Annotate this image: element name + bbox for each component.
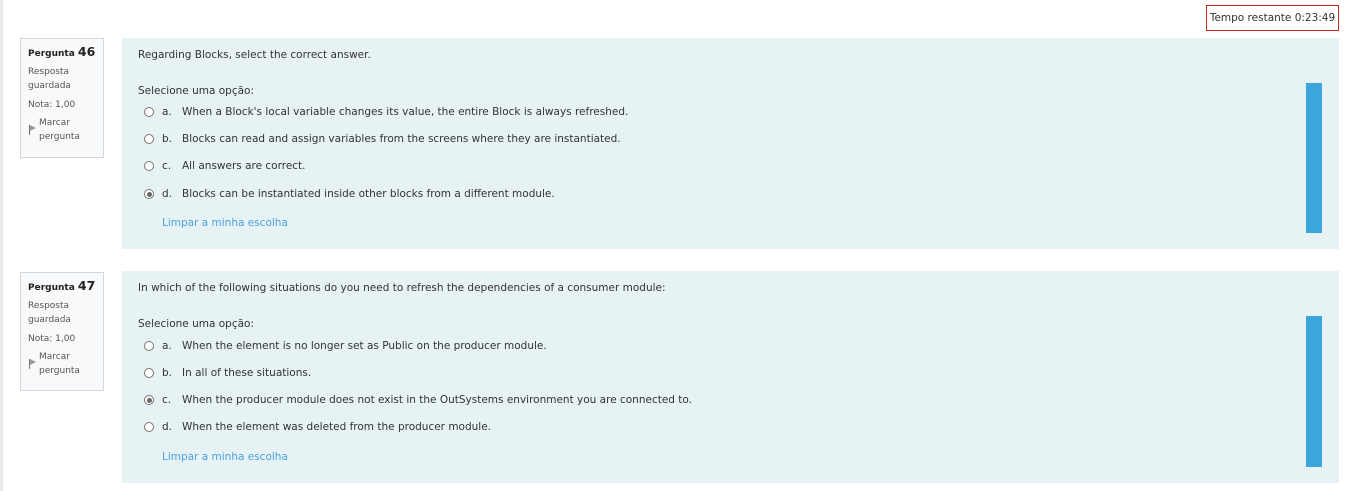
answer-option-a[interactable]: a. When the element is no longer set as … xyxy=(144,340,547,352)
answer-text: When the element was deleted from the pr… xyxy=(182,421,492,433)
answer-letter: a. xyxy=(162,340,172,352)
radio-button[interactable] xyxy=(144,107,154,117)
question-text: In which of the following situations do … xyxy=(138,282,666,294)
answer-text: In all of these situations. xyxy=(182,367,312,379)
question-title: Pergunta 46 xyxy=(28,45,97,61)
radio-button[interactable] xyxy=(144,341,154,351)
answer-option-d[interactable]: d. Blocks can be instantiated inside oth… xyxy=(144,188,555,200)
question-info-47: Pergunta 47 Resposta guardada Nota: 1,00… xyxy=(20,272,104,391)
answer-text: When the producer module does not exist … xyxy=(182,394,692,406)
answer-option-c[interactable]: c. All answers are correct. xyxy=(144,160,306,172)
question-label: Pergunta xyxy=(28,49,75,59)
answer-option-b[interactable]: b. Blocks can read and assign variables … xyxy=(144,133,621,145)
answer-text: When the element is no longer set as Pub… xyxy=(182,340,547,352)
page-left-edge xyxy=(0,0,3,491)
answer-option-d[interactable]: d. When the element was deleted from the… xyxy=(144,421,491,433)
flag-label: Marcar pergunta xyxy=(38,352,80,376)
answer-text: Blocks can be instantiated inside other … xyxy=(182,188,555,200)
flag-question-link[interactable]: Marcar pergunta xyxy=(28,116,97,144)
answer-letter: b. xyxy=(162,367,173,379)
answer-letter: d. xyxy=(162,188,173,200)
answer-letter: b. xyxy=(162,133,173,145)
answer-letter: c. xyxy=(162,160,172,172)
scrollbar[interactable] xyxy=(1306,83,1322,233)
flag-label: Marcar pergunta xyxy=(38,118,80,142)
question-number: 46 xyxy=(77,44,96,59)
clear-choice-link[interactable]: Limpar a minha escolha xyxy=(162,451,288,463)
question-title: Pergunta 47 xyxy=(28,279,97,295)
radio-button-checked[interactable] xyxy=(144,189,154,199)
flag-icon xyxy=(28,125,36,135)
answer-option-a[interactable]: a. When a Block's local variable changes… xyxy=(144,106,628,118)
time-remaining: Tempo restante 0:23:49 xyxy=(1206,5,1339,31)
radio-button[interactable] xyxy=(144,134,154,144)
clear-choice-link[interactable]: Limpar a minha escolha xyxy=(162,217,288,229)
answer-text: When a Block's local variable changes it… xyxy=(182,106,629,118)
answer-text: All answers are correct. xyxy=(182,160,306,172)
answer-prompt: Selecione uma opção: xyxy=(138,318,254,330)
question-state: Resposta guardada xyxy=(28,301,71,325)
question-number: 47 xyxy=(77,278,96,293)
question-content-47: In which of the following situations do … xyxy=(122,271,1339,483)
answer-prompt: Selecione uma opção: xyxy=(138,85,254,97)
question-text: Regarding Blocks, select the correct ans… xyxy=(138,49,371,61)
scrollbar[interactable] xyxy=(1306,316,1322,467)
answer-text: Blocks can read and assign variables fro… xyxy=(182,133,621,145)
flag-icon xyxy=(28,359,36,369)
flag-question-link[interactable]: Marcar pergunta xyxy=(28,350,97,378)
question-grade: Nota: 1,00 xyxy=(28,100,76,110)
answer-letter: a. xyxy=(162,106,172,118)
answer-option-c[interactable]: c. When the producer module does not exi… xyxy=(144,394,692,406)
question-state: Resposta guardada xyxy=(28,67,71,91)
question-label: Pergunta xyxy=(28,283,75,293)
radio-button[interactable] xyxy=(144,161,154,171)
question-info-46: Pergunta 46 Resposta guardada Nota: 1,00… xyxy=(20,38,104,158)
radio-button[interactable] xyxy=(144,422,154,432)
answer-letter: d. xyxy=(162,421,173,433)
question-content-46: Regarding Blocks, select the correct ans… xyxy=(122,38,1339,249)
answer-option-b[interactable]: b. In all of these situations. xyxy=(144,367,311,379)
radio-button-checked[interactable] xyxy=(144,395,154,405)
answer-letter: c. xyxy=(162,394,172,406)
question-grade: Nota: 1,00 xyxy=(28,334,76,344)
radio-button[interactable] xyxy=(144,368,154,378)
